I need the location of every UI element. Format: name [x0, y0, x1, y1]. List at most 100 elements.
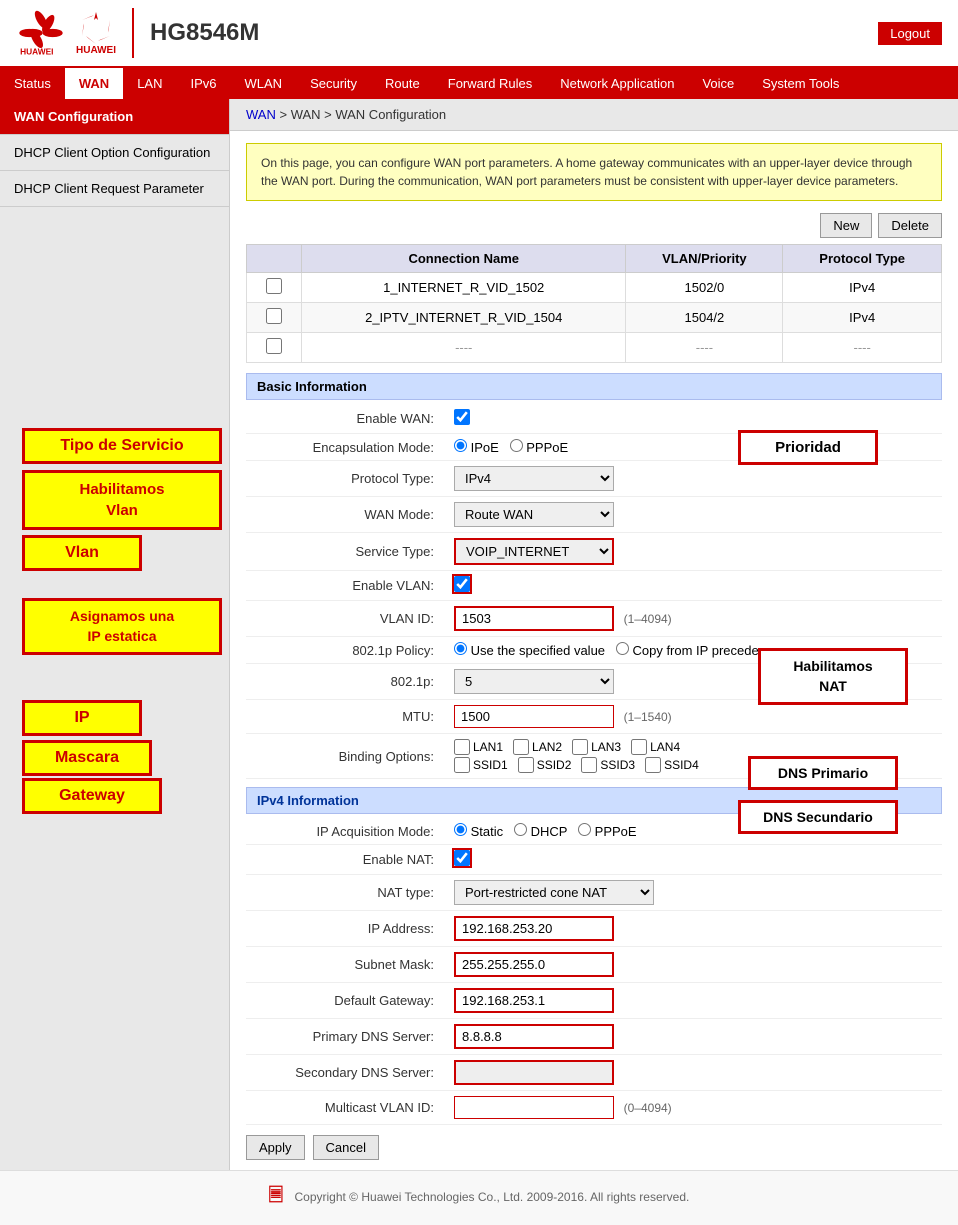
logout-button[interactable]: Logout — [878, 22, 942, 45]
nav-wan[interactable]: WAN — [65, 68, 123, 99]
wan-mode-select[interactable]: Route WAN Bridge WAN — [454, 502, 614, 527]
ssid2-checkbox[interactable] — [518, 757, 534, 773]
nav-security[interactable]: Security — [296, 68, 371, 99]
multicast-vlan-input[interactable] — [454, 1096, 614, 1119]
row2-name: 2_IPTV_INTERNET_R_VID_1504 — [302, 303, 626, 333]
delete-button[interactable]: Delete — [878, 213, 942, 238]
protocol-type-row: Protocol Type: IPv4 IPv6 IPv4/IPv6 — [246, 461, 942, 497]
enable-nat-checkbox[interactable] — [454, 850, 470, 866]
policy-specified-option[interactable]: Use the specified value — [454, 643, 605, 658]
new-button[interactable]: New — [820, 213, 872, 238]
wan-mode-label: WAN Mode: — [246, 497, 446, 533]
protocol-type-select[interactable]: IPv4 IPv6 IPv4/IPv6 — [454, 466, 614, 491]
binding-lan2[interactable]: LAN2 — [513, 739, 562, 755]
binding-lan1[interactable]: LAN1 — [454, 739, 503, 755]
nat-type-select[interactable]: Port-restricted cone NAT Full cone NAT S… — [454, 880, 654, 905]
vlan-id-input[interactable] — [454, 606, 614, 631]
ssid3-checkbox[interactable] — [581, 757, 597, 773]
apply-button[interactable]: Apply — [246, 1135, 305, 1160]
encap-pppoe-radio[interactable] — [510, 439, 523, 452]
nav-bar: Status WAN LAN IPv6 WLAN Security Route … — [0, 68, 958, 99]
sidebar-item-dhcp-request[interactable]: DHCP Client Request Parameter — [0, 171, 229, 207]
nav-route[interactable]: Route — [371, 68, 434, 99]
row3-checkbox[interactable] — [266, 338, 282, 354]
mode-dhcp-option[interactable]: DHCP — [514, 824, 567, 839]
row1-name: 1_INTERNET_R_VID_1502 — [302, 273, 626, 303]
binding-lan3[interactable]: LAN3 — [572, 739, 621, 755]
ssid1-checkbox[interactable] — [454, 757, 470, 773]
secondary-dns-input[interactable] — [454, 1060, 614, 1085]
enable-vlan-checkbox[interactable] — [454, 576, 470, 592]
binding-ssid3[interactable]: SSID3 — [581, 757, 635, 773]
encap-ipoe-radio[interactable] — [454, 439, 467, 452]
subnet-mask-input[interactable] — [454, 952, 614, 977]
breadcrumb-wan[interactable]: WAN — [246, 107, 276, 122]
encap-pppoe-option[interactable]: PPPoE — [510, 440, 569, 455]
nav-system-tools[interactable]: System Tools — [748, 68, 853, 99]
col-connection-name: Connection Name — [302, 245, 626, 273]
cancel-button[interactable]: Cancel — [313, 1135, 379, 1160]
lan3-checkbox[interactable] — [572, 739, 588, 755]
huawei-logo: HUAWEI — [16, 8, 66, 58]
row1-proto: IPv4 — [783, 273, 942, 303]
encapsulation-label: Encapsulation Mode: — [246, 434, 446, 461]
encap-ipoe-option[interactable]: IPoE — [454, 440, 499, 455]
nav-ipv6[interactable]: IPv6 — [177, 68, 231, 99]
primary-dns-input[interactable] — [454, 1024, 614, 1049]
sidebar-item-wan-config[interactable]: WAN Configuration — [0, 99, 229, 135]
default-gateway-label: Default Gateway: — [246, 983, 446, 1019]
binding-ssid2[interactable]: SSID2 — [518, 757, 572, 773]
enable-wan-label: Enable WAN: — [246, 404, 446, 434]
binding-lan4[interactable]: LAN4 — [631, 739, 680, 755]
multicast-vlan-label: Multicast VLAN ID: — [246, 1091, 446, 1125]
binding-ssid-row: SSID1 SSID2 SSID3 SSID4 — [454, 757, 934, 773]
ssid4-checkbox[interactable] — [645, 757, 661, 773]
mode-pppoe-radio[interactable] — [578, 823, 591, 836]
enable-nat-label: Enable NAT: — [246, 845, 446, 875]
secondary-dns-label: Secondary DNS Server: — [246, 1055, 446, 1091]
enable-wan-checkbox[interactable] — [454, 409, 470, 425]
default-gateway-row: Default Gateway: — [246, 983, 942, 1019]
row2-vlan: 1504/2 — [626, 303, 783, 333]
wan-mode-row: WAN Mode: Route WAN Bridge WAN — [246, 497, 942, 533]
row1-checkbox[interactable] — [266, 278, 282, 294]
policy-label: 802.1p Policy: — [246, 637, 446, 664]
nav-status[interactable]: Status — [0, 68, 65, 99]
main-layout: WAN Configuration DHCP Client Option Con… — [0, 99, 958, 1170]
nav-network-application[interactable]: Network Application — [546, 68, 688, 99]
policy-specified-radio[interactable] — [454, 642, 467, 655]
binding-ssid4[interactable]: SSID4 — [645, 757, 699, 773]
nav-wlan[interactable]: WLAN — [231, 68, 297, 99]
policy-copy-radio[interactable] — [616, 642, 629, 655]
mode-dhcp-radio[interactable] — [514, 823, 527, 836]
mtu-row: MTU: (1–1540) — [246, 700, 942, 734]
ip-address-row: IP Address: — [246, 911, 942, 947]
nav-voice[interactable]: Voice — [688, 68, 748, 99]
dot1p-label: 802.1p: — [246, 664, 446, 700]
lan2-checkbox[interactable] — [513, 739, 529, 755]
subnet-mask-row: Subnet Mask: — [246, 947, 942, 983]
nav-lan[interactable]: LAN — [123, 68, 176, 99]
row2-checkbox[interactable] — [266, 308, 282, 324]
lan4-checkbox[interactable] — [631, 739, 647, 755]
mode-static-option[interactable]: Static — [454, 824, 503, 839]
mtu-input[interactable] — [454, 705, 614, 728]
sidebar-item-dhcp-option[interactable]: DHCP Client Option Configuration — [0, 135, 229, 171]
nav-forward-rules[interactable]: Forward Rules — [434, 68, 547, 99]
dot1p-select[interactable]: 01234567 — [454, 669, 614, 694]
nat-type-label: NAT type: — [246, 875, 446, 911]
default-gateway-input[interactable] — [454, 988, 614, 1013]
binding-ssid1[interactable]: SSID1 — [454, 757, 508, 773]
mode-pppoe-option[interactable]: PPPoE — [578, 824, 637, 839]
mode-static-radio[interactable] — [454, 823, 467, 836]
secondary-dns-row: Secondary DNS Server: — [246, 1055, 942, 1091]
binding-lan-row: LAN1 LAN2 LAN3 LAN4 — [454, 739, 934, 755]
lan1-checkbox[interactable] — [454, 739, 470, 755]
enable-vlan-label: Enable VLAN: — [246, 571, 446, 601]
service-type-select[interactable]: VOIP_INTERNET INTERNET OTHER — [454, 538, 614, 565]
ip-address-input[interactable] — [454, 916, 614, 941]
policy-copy-option[interactable]: Copy from IP precedence — [616, 643, 780, 658]
col-checkbox — [247, 245, 302, 273]
basic-info-form: Enable WAN: Encapsulation Mode: IPoE PPP… — [246, 404, 942, 779]
breadcrumb: WAN > WAN > WAN Configuration — [230, 99, 958, 131]
